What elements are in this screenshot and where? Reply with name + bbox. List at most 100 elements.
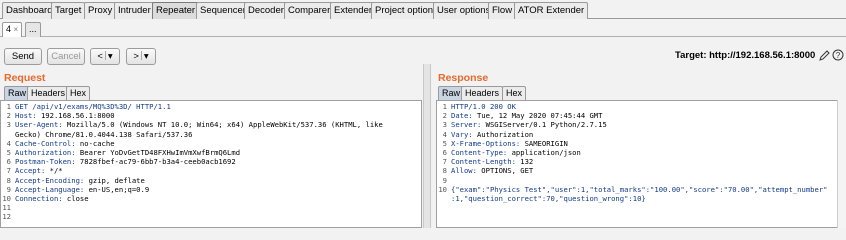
header-name: Allow: [451, 166, 477, 176]
repeater-tab-bar: 4 × ... [0, 20, 846, 37]
tab-decoder[interactable]: Decoder [244, 2, 288, 19]
header-name: Authorization: [15, 147, 76, 157]
tab-flow[interactable]: Flow [488, 2, 517, 19]
pencil-icon[interactable] [818, 48, 830, 62]
line-number: 6 [6, 157, 11, 167]
header-name: Content-Type: [451, 147, 508, 157]
request-line: 4 Cache-Control: no-cache [1, 139, 421, 148]
request-line: 11 [1, 203, 421, 212]
header-value: 132 [515, 157, 534, 167]
line-number: 12 [2, 212, 11, 222]
request-line: 9 Accept-Language: en-US,en;q=0.9 [1, 185, 421, 194]
request-title: Request [4, 72, 46, 84]
separator [140, 51, 142, 60]
chevron-down-icon: ▾ [107, 51, 113, 62]
svg-text:?: ? [836, 51, 841, 60]
tab-dashboard[interactable]: Dashboard [2, 2, 57, 19]
line-number: 9 [6, 184, 11, 194]
back-button[interactable]: < ▾ [90, 48, 120, 65]
header-name: User-Agent: [15, 120, 63, 130]
header-value: WSGIServer/0.1 Python/2.7.15 [481, 120, 607, 130]
response-line: 4 Vary: Authorization [437, 130, 837, 139]
repeater-tab-4[interactable]: 4 × [2, 22, 23, 37]
close-icon[interactable]: × [14, 25, 19, 34]
target-label: Target: http://192.168.56.1:8000 [675, 50, 816, 61]
header-value: application/json [507, 147, 581, 157]
line-number: 5 [6, 147, 11, 157]
tab-user-options[interactable]: User options [433, 2, 495, 19]
response-line: 8 Allow: OPTIONS, GET [437, 166, 837, 175]
header-value: gzip, deflate [84, 175, 145, 185]
header-name: Postman-Token: [15, 157, 76, 167]
request-line: 3 User-Agent: Mozilla/5.0 (Windows NT 10.… [1, 120, 421, 129]
response-line: 10 {"exam":"Physics Test","user":1,"total… [437, 185, 837, 194]
line-number: 8 [442, 166, 447, 176]
tab-intruder[interactable]: Intruder [114, 2, 155, 19]
response-tab-headers[interactable]: Headers [461, 86, 504, 100]
tab-ator-extender[interactable]: ATOR Extender [514, 2, 589, 19]
repeater-tab-label: 4 [6, 24, 12, 34]
response-line: 9 [437, 176, 837, 185]
response-line: 7 Content-Length: 132 [437, 157, 837, 166]
request-line: 1 GET /api/v1/exams/MQ%3D%3D/ HTTP/1.1 [1, 102, 421, 111]
json-body: {"exam":"Physics Test","user":1,"total_m… [451, 184, 828, 194]
line-number: 4 [6, 138, 11, 148]
response-title: Response [438, 72, 489, 84]
header-value: Gecko) Chrome/81.0.4044.138 Safari/537.3… [15, 129, 193, 139]
line-number: 7 [6, 166, 11, 176]
tab-target[interactable]: Target [51, 2, 86, 19]
header-name: Accept-Encoding: [15, 175, 85, 185]
response-tab-hex[interactable]: Hex [502, 86, 527, 100]
header-value: no-cache [75, 138, 115, 148]
header-value: 192.168.56.1:8000 [36, 111, 115, 121]
header-name: Accept: [15, 166, 46, 176]
header-name: Server: [451, 120, 482, 130]
new-tab-button[interactable]: ... [25, 22, 41, 37]
response-lines: 1 HTTP/1.0 200 OK 2 Date: Tue, 12 May 2020 … [437, 102, 837, 203]
request-line: 6 Postman-Token: 7828fbef-ac79-6bb7-b3a4-… [1, 157, 421, 166]
request-editor[interactable]: 1 GET /api/v1/exams/MQ%3D%3D/ HTTP/1.1 2 Ho… [0, 100, 422, 228]
request-tab-headers[interactable]: Headers [27, 86, 70, 100]
line-number: 5 [442, 138, 447, 148]
response-line: 3 Server: WSGIServer/0.1 Python/2.7.15 [437, 120, 837, 129]
header-name: Content-Length: [451, 157, 516, 167]
header-value: Tue, 12 May 2020 07:45:44 GMT [472, 111, 603, 121]
tab-extender[interactable]: Extender [330, 2, 377, 19]
header-name: X-Frame-Options: [451, 138, 521, 148]
response-editor[interactable]: 1 HTTP/1.0 200 OK 2 Date: Tue, 12 May 2020 … [436, 100, 838, 228]
header-value: */* [45, 166, 63, 176]
line-number: 7 [442, 157, 447, 167]
tab-proxy[interactable]: Proxy [84, 2, 117, 19]
send-button[interactable]: Send [4, 48, 42, 65]
tab-comparer[interactable]: Comparer [284, 2, 335, 19]
tab-project-options[interactable]: Project options [371, 2, 442, 19]
response-line: 5 X-Frame-Options: SAMEORIGIN [437, 139, 837, 148]
response-line: 2 Date: Tue, 12 May 2020 07:45:44 GMT [437, 111, 837, 120]
cancel-button[interactable]: Cancel [47, 48, 85, 65]
separator [104, 51, 106, 60]
header-name: Connection: [15, 193, 63, 203]
request-line: 2 Host: 192.168.56.1:8000 [1, 111, 421, 120]
header-name: Vary: [451, 129, 473, 139]
response-line: 6 Content-Type: application/json [437, 148, 837, 157]
tab-sequencer[interactable]: Sequencer [196, 2, 250, 19]
line-number: 3 [442, 120, 447, 130]
request-line: 12 [1, 212, 421, 221]
header-value: Mozilla/5.0 (Windows NT 10.0; Win64; x64… [62, 120, 383, 130]
line-number: 4 [442, 129, 447, 139]
forward-button[interactable]: > ▾ [126, 48, 156, 65]
request-line: 8 Accept-Encoding: gzip, deflate [1, 176, 421, 185]
request-lines: 1 GET /api/v1/exams/MQ%3D%3D/ HTTP/1.1 2 Ho… [1, 102, 421, 221]
request-line: Gecko) Chrome/81.0.4044.138 Safari/537.3… [1, 130, 421, 139]
tab-repeater[interactable]: Repeater [152, 2, 200, 19]
line-number: 1 [6, 102, 11, 111]
header-value: OPTIONS, GET [476, 166, 534, 176]
panel-splitter[interactable] [423, 64, 431, 228]
help-icon[interactable]: ? [832, 48, 844, 62]
request-tab-hex[interactable]: Hex [66, 86, 91, 100]
response-line: :1,"question_correct":70,"question_wrong… [437, 194, 837, 203]
scrollbar[interactable] [837, 100, 846, 228]
line-number: 11 [2, 203, 11, 213]
header-name: HTTP/1.0 200 OK [451, 102, 516, 111]
header-value: Bearer YoDvGetTD48FXHwImVmXwfBrmQ6Lmd [75, 147, 241, 157]
